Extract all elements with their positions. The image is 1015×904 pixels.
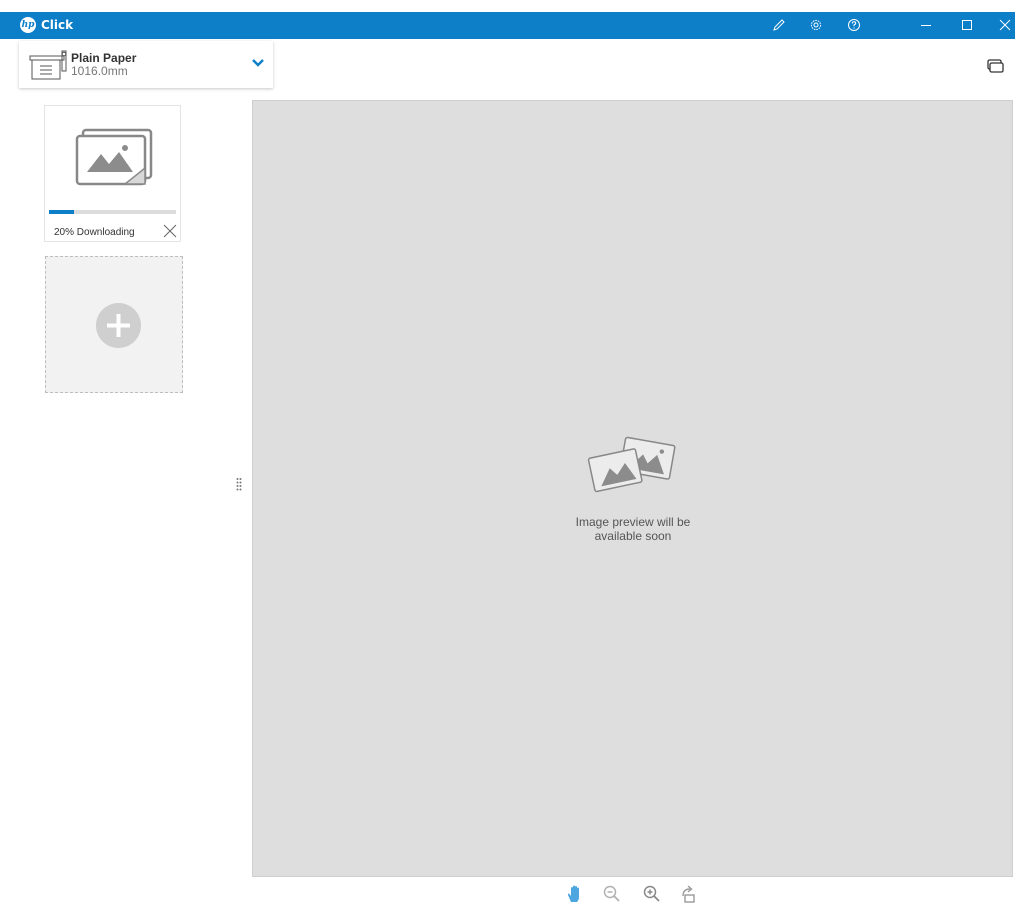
edit-button[interactable]	[768, 15, 790, 35]
plus-icon	[96, 303, 141, 348]
title-bar: hp Click	[0, 12, 1015, 39]
print-queue-icon[interactable]	[987, 58, 1005, 76]
close-icon	[999, 19, 1011, 31]
add-job-button[interactable]	[45, 256, 183, 393]
preview-message-line2: available soon	[594, 529, 672, 543]
settings-button[interactable]	[805, 15, 827, 35]
hp-logo: hp	[20, 17, 36, 33]
paper-size: 1016.0mm	[71, 64, 128, 78]
job-card[interactable]: 20% Downloading	[44, 105, 181, 242]
image-stack-icon	[75, 128, 153, 186]
image-preview-area[interactable]: Image preview will be available soon	[252, 100, 1013, 877]
gear-icon	[810, 19, 822, 31]
maximize-button[interactable]	[956, 15, 978, 35]
close-icon[interactable]	[163, 224, 177, 238]
minimize-button[interactable]	[915, 15, 937, 35]
preview-message-line1: Image preview will be	[575, 515, 691, 529]
edit-icon	[773, 19, 785, 31]
job-status: 20% Downloading	[54, 227, 135, 238]
images-icon	[587, 436, 676, 493]
paper-name: Plain Paper	[71, 51, 137, 65]
rotate-icon[interactable]	[679, 884, 699, 904]
minimize-icon	[921, 25, 931, 26]
paper-selector[interactable]: Plain Paper 1016.0mm	[19, 41, 273, 88]
zoom-in-icon[interactable]	[642, 884, 662, 904]
app-window: hp Click Plain Paper 1016.0mm 20% Downlo…	[0, 0, 1015, 904]
download-progress-fill	[49, 210, 75, 214]
download-progress-bar	[49, 210, 176, 214]
app-title: Click	[41, 18, 74, 32]
maximize-icon	[962, 20, 972, 30]
chevron-down-icon[interactable]	[251, 57, 265, 69]
hand-pan-icon[interactable]	[565, 884, 585, 904]
drag-handle-icon[interactable]	[236, 477, 242, 491]
printer-icon	[29, 50, 67, 80]
zoom-out-icon[interactable]	[602, 884, 622, 904]
close-button[interactable]	[994, 15, 1015, 35]
help-button[interactable]	[843, 15, 865, 35]
help-icon	[848, 19, 860, 31]
preview-message: Image preview will be available soon	[533, 515, 733, 543]
